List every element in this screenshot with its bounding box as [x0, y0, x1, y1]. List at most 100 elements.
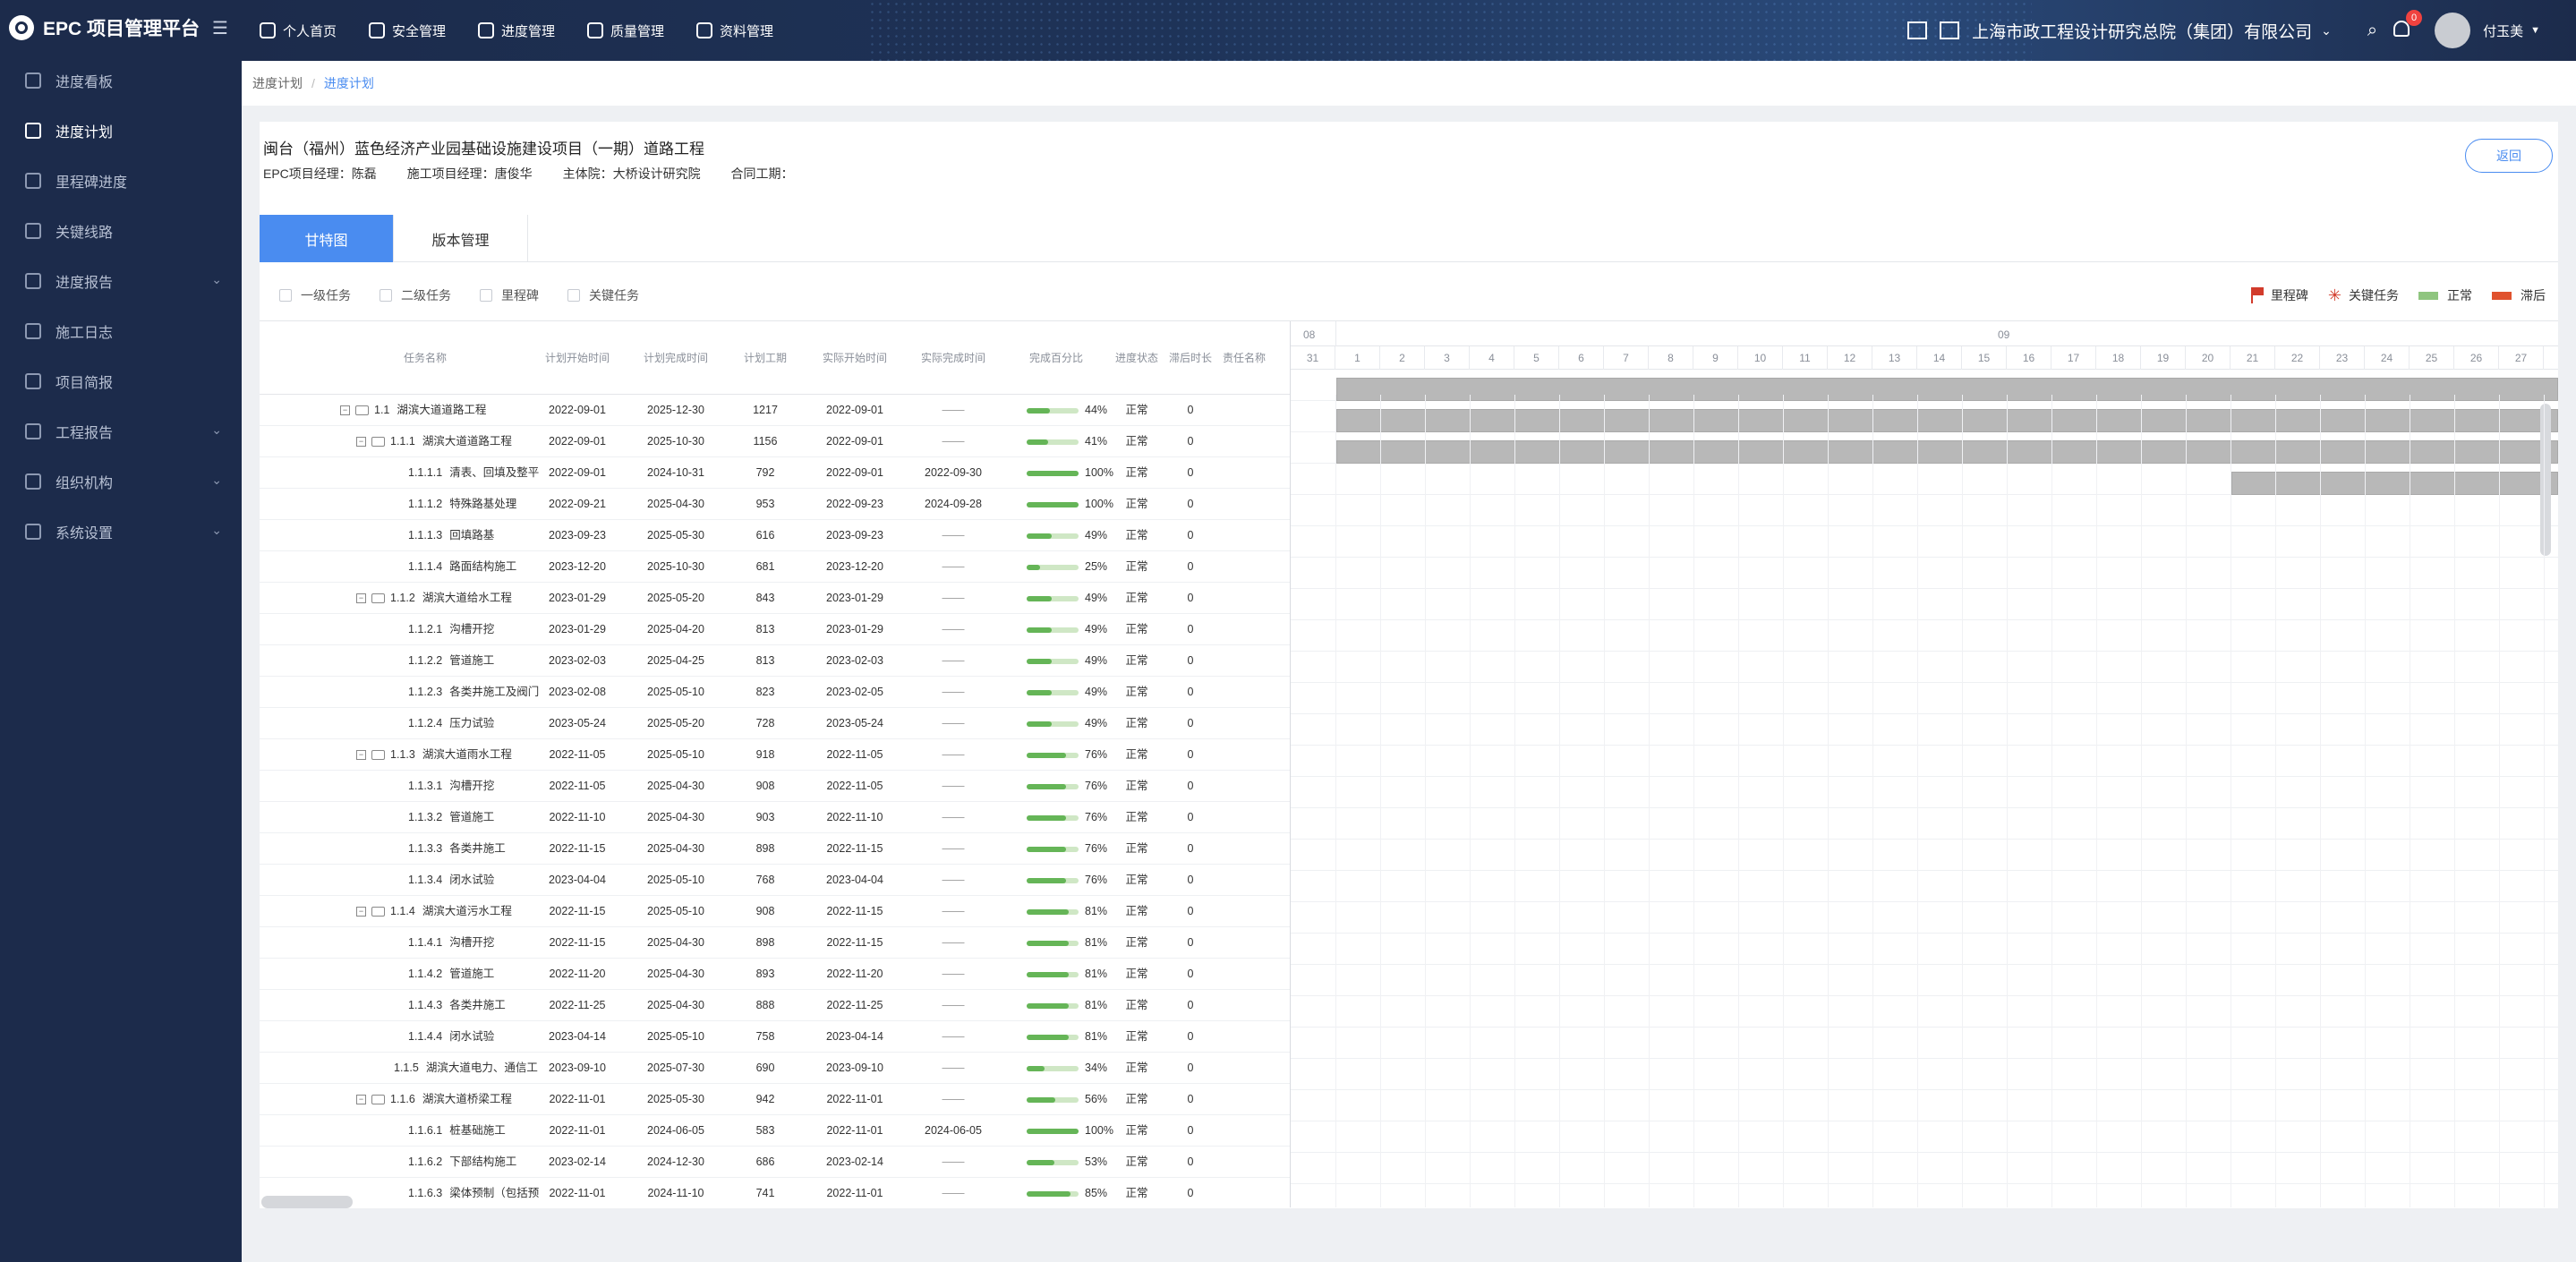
topnav-item[interactable]: 安全管理 [369, 0, 446, 61]
table-row[interactable]: 1.1.2.2 管道施工 2023-02-03 2025-04-25 813 2023-0… [260, 645, 1290, 677]
notification-bell[interactable]: 0 [2393, 10, 2423, 40]
column-header[interactable]: 计划开始时间 [528, 350, 627, 365]
chevron-down-icon[interactable]: ⌄ [2321, 23, 2332, 38]
table-row[interactable]: 1.1.1.3 回填路基 2023-09-23 2025-05-30 616 2023-0… [260, 520, 1290, 551]
topnav-item[interactable]: 个人首页 [260, 0, 337, 61]
user-dropdown-icon[interactable]: ▼ [2530, 25, 2540, 36]
topnav-item[interactable]: 质量管理 [587, 0, 664, 61]
table-row[interactable]: 1.1.4.1 沟槽开挖 2022-11-15 2025-04-30 898 2022-1… [260, 927, 1290, 959]
vertical-scrollbar[interactable] [2540, 404, 2551, 556]
gantt-task-bar[interactable] [1336, 409, 2558, 432]
filter-checkbox[interactable]: 关键任务 [567, 286, 639, 304]
table-row[interactable]: 1.1.2.3 各类井施工及阀门 2023-02-08 2025-05-10 823 20… [260, 677, 1290, 708]
filter-checkbox[interactable]: 里程碑 [480, 286, 539, 304]
sidebar-item[interactable]: 进度计划 [0, 106, 242, 156]
table-row[interactable]: 1.1.2.4 压力试验 2023-05-24 2025-05-20 728 2023-0… [260, 708, 1290, 739]
checkbox[interactable] [279, 289, 292, 302]
table-row[interactable]: 1.1.6.1 桩基础施工 2022-11-01 2024-06-05 583 2022-… [260, 1115, 1290, 1147]
progress-bar [1027, 1003, 1079, 1009]
table-row[interactable]: 1.1.6.3 梁体预制（包括预 2022-11-01 2024-11-10 741 20… [260, 1178, 1290, 1207]
column-header[interactable]: 计划工期 [725, 350, 806, 365]
column-header[interactable]: 任务名称 [367, 350, 483, 365]
sidebar-item[interactable]: 关键线路 [0, 206, 242, 256]
avatar[interactable] [2435, 13, 2471, 48]
checkbox[interactable] [380, 289, 392, 302]
task-name: 管道施工 [449, 654, 495, 667]
sidebar-item-label: 里程碑进度 [55, 175, 128, 191]
sidebar-item[interactable]: 进度报告 ⌄ [0, 256, 242, 306]
table-row[interactable]: 1.1.3.4 闭水试验 2023-04-04 2025-05-10 768 2023-0… [260, 865, 1290, 896]
table-row[interactable]: 1.1.1.4 路面结构施工 2023-12-20 2025-10-30 681 2023… [260, 551, 1290, 583]
table-row[interactable]: − 1.1.6 湖滨大道桥梁工程 2022-11-01 2025-05-30 942 202… [260, 1084, 1290, 1115]
task-code: 1.1.4 [390, 905, 415, 917]
organization-selector[interactable]: 上海市政工程设计研究总院（集团）有限公司 [1972, 19, 2312, 43]
filter-checkbox[interactable]: 一级任务 [279, 286, 351, 304]
task-ae-cell: —— [942, 654, 965, 667]
checkbox[interactable] [567, 289, 580, 302]
table-row[interactable]: 1.1.5 湖滨大道电力、通信工 2023-09-10 2025-07-30 690 20… [260, 1053, 1290, 1084]
table-row[interactable]: 1.1.3.2 管道施工 2022-11-10 2025-04-30 903 2022-1… [260, 802, 1290, 833]
column-header[interactable]: 完成百分比 [1002, 350, 1110, 365]
task-pe-cell: 2025-04-30 [647, 811, 704, 823]
table-row[interactable]: 1.1.3.1 沟槽开挖 2022-11-05 2025-04-30 908 2022-1… [260, 771, 1290, 802]
gantt-task-bar[interactable] [1336, 378, 2558, 401]
breadcrumb-parent[interactable]: 进度计划 [252, 74, 303, 92]
topnav-item[interactable]: 进度管理 [478, 0, 555, 61]
column-header[interactable]: 计划完成时间 [627, 350, 725, 365]
collapse-toggle-icon[interactable]: − [356, 750, 366, 761]
back-button[interactable]: 返回 [2465, 139, 2553, 173]
gantt-task-bar[interactable] [2231, 472, 2558, 495]
table-row[interactable]: 1.1.6.2 下部结构施工 2023-02-14 2024-12-30 686 2023… [260, 1147, 1290, 1178]
column-header[interactable]: 进度状态 [1110, 350, 1164, 365]
task-pe-cell: 2025-04-25 [647, 654, 704, 667]
sidebar-item[interactable]: 里程碑进度 [0, 156, 242, 206]
sidebar-item[interactable]: 进度看板 [0, 55, 242, 106]
collapse-toggle-icon[interactable]: − [356, 1095, 366, 1105]
sidebar-item[interactable]: 工程报告 ⌄ [0, 406, 242, 456]
collapse-toggle-icon[interactable]: − [356, 437, 366, 448]
table-row[interactable]: − 1.1.3 湖滨大道雨水工程 2022-11-05 2025-05-10 918 202… [260, 739, 1290, 771]
progress-label: 44% [1085, 404, 1108, 416]
table-row[interactable]: − 1.1.4 湖滨大道污水工程 2022-11-15 2025-05-10 908 202… [260, 896, 1290, 927]
column-header[interactable]: 滞后时长 [1164, 350, 1217, 365]
task-code: 1.1 [374, 404, 390, 416]
table-row[interactable]: 1.1.1.1 清表、回填及整平 2022-09-01 2024-10-31 792 20… [260, 457, 1290, 489]
sidebar-item[interactable]: 组织机构 ⌄ [0, 456, 242, 507]
table-row[interactable]: 1.1.2.1 沟槽开挖 2023-01-29 2025-04-20 813 2023-0… [260, 614, 1290, 645]
table-header: 任务名称 计划开始时间 计划完成时间 计划工期 实际开始时间 实际完成时间 完成百分比 进度状… [260, 321, 1290, 395]
tab-gantt[interactable]: 甘特图 [260, 215, 394, 262]
menu-fold-icon[interactable]: ☰ [212, 17, 228, 39]
table-row[interactable]: 1.1.3.3 各类井施工 2022-11-15 2025-04-30 898 2022-… [260, 833, 1290, 865]
collapse-toggle-icon[interactable]: − [340, 405, 350, 416]
gantt-task-bar[interactable] [1336, 440, 2558, 464]
task-ae-cell: —— [942, 874, 965, 886]
table-row[interactable]: 1.1.4.4 闭水试验 2023-04-14 2025-05-10 758 2023-0… [260, 1021, 1290, 1053]
checkbox[interactable] [480, 289, 492, 302]
horizontal-scrollbar[interactable] [261, 1196, 353, 1208]
tab-bar: 甘特图 版本管理 [260, 215, 2558, 262]
table-row[interactable]: 1.1.4.2 管道施工 2022-11-20 2025-04-30 893 2022-1… [260, 959, 1290, 990]
filter-checkbox[interactable]: 二级任务 [380, 286, 451, 304]
table-row[interactable]: 1.1.1.2 特殊路基处理 2022-09-21 2025-04-30 953 2022… [260, 489, 1290, 520]
sidebar-item[interactable]: 系统设置 ⌄ [0, 507, 242, 557]
topnav-item[interactable]: 资料管理 [696, 0, 773, 61]
column-header[interactable]: 实际开始时间 [806, 350, 904, 365]
org-tree-icon[interactable] [1940, 21, 1960, 39]
sidebar-item[interactable]: 施工日志 [0, 306, 242, 356]
table-row[interactable]: − 1.1 湖滨大道道路工程 2022-09-01 2025-12-30 1217 2022… [260, 395, 1290, 426]
search-icon[interactable]: ⌕ [2367, 21, 2377, 41]
collapse-toggle-icon[interactable]: − [356, 593, 366, 604]
gantt-day-label: 7 [1604, 346, 1649, 370]
column-header[interactable]: 实际完成时间 [904, 350, 1002, 365]
sidebar-item[interactable]: 项目简报 [0, 356, 242, 406]
tab-versions[interactable]: 版本管理 [394, 215, 528, 262]
gantt-grid-line [2454, 395, 2455, 1207]
table-row[interactable]: 1.1.4.3 各类井施工 2022-11-25 2025-04-30 888 2022-… [260, 990, 1290, 1021]
table-row[interactable]: − 1.1.1 湖滨大道道路工程 2022-09-01 2025-10-30 1156 20… [260, 426, 1290, 457]
collapse-toggle-icon[interactable]: − [356, 907, 366, 917]
chart-icon[interactable] [1907, 21, 1928, 39]
task-dur-cell: 898 [755, 842, 775, 855]
column-header[interactable]: 责任名称 [1217, 350, 1271, 365]
user-name[interactable]: 付玉美 [2483, 21, 2523, 40]
table-row[interactable]: − 1.1.2 湖滨大道给水工程 2023-01-29 2025-05-20 843 202… [260, 583, 1290, 614]
